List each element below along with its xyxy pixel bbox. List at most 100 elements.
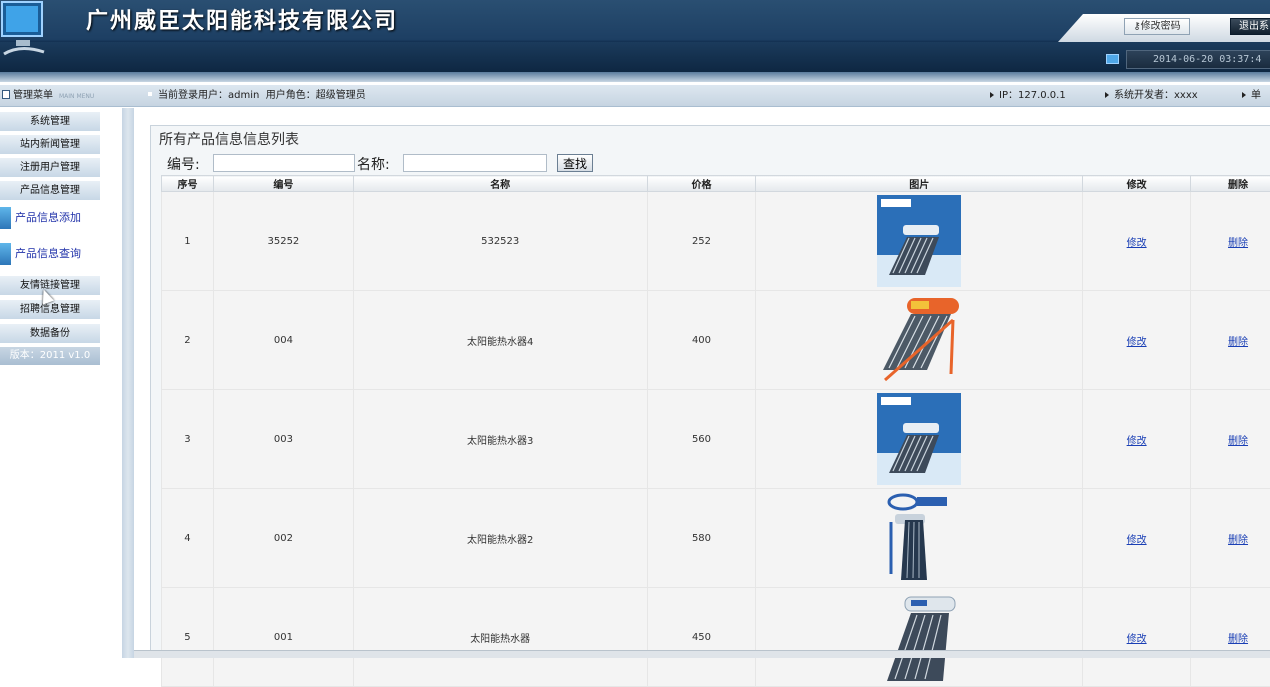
ip-value: 127.0.0.1 — [1018, 90, 1066, 101]
cell-name: 太阳能热水器2 — [353, 489, 647, 588]
user-role: 超级管理员 — [316, 90, 366, 101]
cell-edit: 修改 — [1083, 390, 1191, 489]
cell-name: 太阳能热水器 — [353, 588, 647, 687]
edit-link[interactable]: 修改 — [1127, 436, 1147, 447]
search-button[interactable]: 查找 — [557, 154, 593, 172]
sidebar-menu: 系统管理 站内新闻管理 注册用户管理 产品信息管理 产品信息添加 产品信息查询 … — [0, 108, 122, 658]
cell-price: 580 — [647, 489, 756, 588]
product-table: 序号 编号 名称 价格 图片 修改 删除 1 35252 532523 252 — [161, 175, 1270, 687]
more-label: 单 — [1251, 90, 1261, 101]
cell-delete: 删除 — [1191, 588, 1270, 687]
col-header-seq: 序号 — [162, 176, 214, 192]
sidebar-item-backup[interactable]: 数据备份 — [0, 324, 100, 344]
edit-link[interactable]: 修改 — [1127, 238, 1147, 249]
version-label: 版本：2011 v1.0 — [0, 347, 100, 365]
cell-delete: 删除 — [1191, 192, 1270, 291]
sidebar-item-news[interactable]: 站内新闻管理 — [0, 135, 100, 155]
edit-link[interactable]: 修改 — [1127, 337, 1147, 348]
product-add-icon — [0, 207, 11, 229]
more-info: 单 — [1242, 85, 1261, 107]
product-image[interactable] — [877, 294, 961, 386]
col-header-delete: 删除 — [1191, 176, 1270, 192]
current-user-label: 当前登录用户： — [158, 90, 228, 101]
table-row: 2 004 太阳能热水器4 400 — [162, 291, 1270, 390]
info-bar: 管理菜单MAIN MENU 当前登录用户：admin 用户角色：超级管理员 IP… — [0, 85, 1270, 107]
cell-delete: 删除 — [1191, 291, 1270, 390]
col-header-price: 价格 — [647, 176, 756, 192]
top-header: 广州威臣太阳能科技有限公司 ⚷修改密码 退出系 2014-06-20 03:37… — [0, 0, 1270, 82]
logout-button[interactable]: 退出系 — [1230, 18, 1270, 35]
company-name: 广州威臣太阳能科技有限公司 — [86, 3, 398, 35]
datetime-display: 2014-06-20 03:37:4 — [1126, 50, 1270, 69]
current-user: admin — [228, 90, 259, 101]
ip-info: IP：127.0.0.1 — [990, 85, 1066, 107]
sidebar-item-jobs[interactable]: 招聘信息管理 — [0, 300, 100, 320]
edit-link[interactable]: 修改 — [1127, 634, 1147, 645]
code-label: 编号: — [167, 154, 200, 174]
cell-image — [756, 192, 1083, 291]
cell-delete: 删除 — [1191, 390, 1270, 489]
col-header-code: 编号 — [213, 176, 353, 192]
cell-edit: 修改 — [1083, 588, 1191, 687]
delete-link[interactable]: 删除 — [1228, 238, 1248, 249]
sidebar-link-label: 产品信息添加 — [15, 207, 81, 229]
cell-code: 001 — [213, 588, 353, 687]
sidebar-link-query-product[interactable]: 产品信息查询 — [0, 243, 110, 265]
cell-name: 太阳能热水器4 — [353, 291, 647, 390]
sidebar-item-system[interactable]: 系统管理 — [0, 112, 100, 132]
product-image[interactable] — [877, 492, 961, 584]
cell-image — [756, 489, 1083, 588]
product-list-panel: 所有产品信息信息列表 编号: 名称: 查找 序号 编号 名称 价格 图片 修改 … — [150, 125, 1270, 658]
delete-link[interactable]: 删除 — [1228, 535, 1248, 546]
menu-title: 管理菜单MAIN MENU — [0, 85, 122, 107]
cell-code: 004 — [213, 291, 353, 390]
key-icon: ⚷ — [1133, 21, 1140, 32]
cell-name: 太阳能热水器3 — [353, 390, 647, 489]
main-content: 所有产品信息信息列表 编号: 名称: 查找 序号 编号 名称 价格 图片 修改 … — [134, 108, 1270, 658]
user-info: 当前登录用户：admin 用户角色：超级管理员 — [148, 85, 366, 107]
delete-link[interactable]: 删除 — [1228, 337, 1248, 348]
header-band — [0, 42, 1270, 72]
screen-icon — [1106, 54, 1119, 64]
table-header-row: 序号 编号 名称 价格 图片 修改 删除 — [162, 176, 1270, 192]
name-input[interactable] — [403, 154, 547, 172]
product-query-icon — [0, 243, 11, 265]
sidebar-item-products[interactable]: 产品信息管理 — [0, 181, 100, 201]
sidebar-divider[interactable] — [122, 108, 134, 658]
ip-label: IP： — [999, 90, 1018, 101]
page-title: 所有产品信息信息列表 — [159, 129, 299, 149]
sidebar-item-users[interactable]: 注册用户管理 — [0, 158, 100, 178]
arrow-icon — [1105, 92, 1109, 98]
cell-seq: 2 — [162, 291, 214, 390]
code-input[interactable] — [213, 154, 355, 172]
cell-code: 003 — [213, 390, 353, 489]
cell-image — [756, 588, 1083, 687]
sidebar-link-label: 产品信息查询 — [15, 243, 81, 265]
col-header-image: 图片 — [756, 176, 1083, 192]
cell-edit: 修改 — [1083, 291, 1191, 390]
table-row: 5 001 太阳能热水器 450 — [162, 588, 1270, 687]
edit-link[interactable]: 修改 — [1127, 535, 1147, 546]
arrow-icon — [990, 92, 994, 98]
change-password-label: 修改密码 — [1141, 21, 1181, 32]
product-image[interactable] — [877, 195, 961, 287]
cell-edit: 修改 — [1083, 489, 1191, 588]
menu-subtitle: MAIN MENU — [59, 93, 94, 100]
developer-info: 系统开发者：xxxx — [1105, 85, 1198, 107]
cell-seq: 5 — [162, 588, 214, 687]
bullet-icon — [148, 92, 152, 96]
developer-value: xxxx — [1174, 90, 1198, 101]
cell-code: 002 — [213, 489, 353, 588]
cell-seq: 1 — [162, 192, 214, 291]
delete-link[interactable]: 删除 — [1228, 436, 1248, 447]
cell-delete: 删除 — [1191, 489, 1270, 588]
delete-link[interactable]: 删除 — [1228, 634, 1248, 645]
product-image[interactable] — [877, 393, 961, 485]
role-label: 用户角色： — [266, 90, 316, 101]
table-row: 3 003 太阳能热水器3 560 — [162, 390, 1270, 489]
change-password-button[interactable]: ⚷修改密码 — [1124, 18, 1190, 35]
cell-image — [756, 390, 1083, 489]
horizontal-scrollbar[interactable] — [134, 650, 1270, 658]
sidebar-link-add-product[interactable]: 产品信息添加 — [0, 207, 110, 229]
product-image[interactable] — [877, 591, 961, 683]
